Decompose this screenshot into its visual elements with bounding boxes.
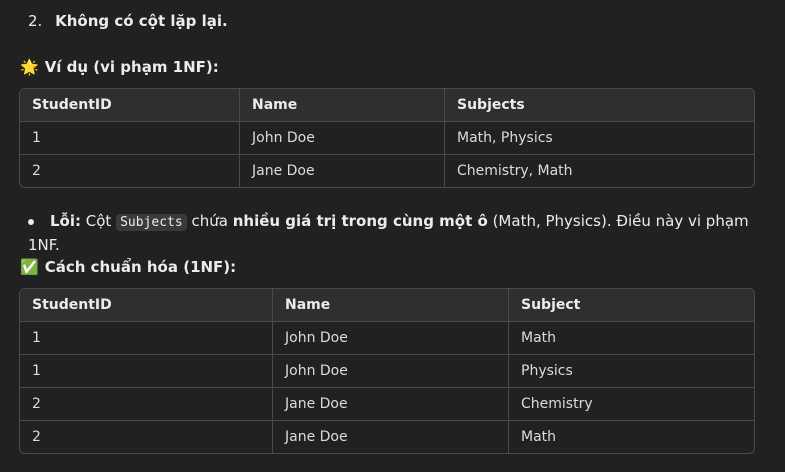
error-label: Lỗi: xyxy=(50,212,82,230)
table-cell: 1 xyxy=(20,355,273,388)
column-header: StudentID xyxy=(20,289,273,322)
table-row: 2 Jane Doe Chemistry, Math xyxy=(20,155,754,187)
table-cell: Jane Doe xyxy=(240,155,445,187)
bullet-dot xyxy=(28,218,34,225)
table-cell: 1 xyxy=(20,322,273,355)
example-heading: 🌟 Ví dụ (vi phạm 1NF): xyxy=(20,56,219,78)
fix-table: StudentID Name Subject 1 John Doe Math 1… xyxy=(19,288,755,454)
error-text: chứa xyxy=(186,212,233,230)
fix-title: Cách chuẩn hóa (1NF): xyxy=(44,258,237,276)
list-number: 2. xyxy=(28,12,43,30)
column-header: Name xyxy=(240,89,445,122)
table-cell: Math xyxy=(521,429,557,445)
table-cell: Jane Doe xyxy=(273,421,509,453)
table-header-row: StudentID Name Subjects xyxy=(20,89,754,122)
table-cell: Physics xyxy=(509,355,754,388)
check-icon: ✅ xyxy=(20,258,39,276)
error-emphasis: nhiều giá trị trong cùng một ô xyxy=(232,212,488,230)
table-cell: John Doe xyxy=(240,122,445,155)
column-header: Name xyxy=(273,289,509,322)
inline-code: Subjects xyxy=(116,214,187,231)
column-header: StudentID xyxy=(20,89,240,122)
table-cell: Math, Physics xyxy=(445,122,754,155)
list-item-rule-2: 2. Không có cột lặp lại. xyxy=(28,10,228,32)
error-text: Cột xyxy=(81,212,117,230)
table-cell: John Doe xyxy=(273,322,509,355)
table-row: 2 Jane Doe Chemistry xyxy=(20,388,754,421)
list-text: Không có cột lặp lại. xyxy=(55,12,228,30)
fix-heading: ✅ Cách chuẩn hóa (1NF): xyxy=(20,256,236,278)
table-cell: John Doe xyxy=(273,355,509,388)
example-table: StudentID Name Subjects 1 John Doe Math,… xyxy=(19,88,755,188)
table-cell: Chemistry xyxy=(509,388,754,421)
table-cell: Chemistry, Math xyxy=(457,163,573,179)
table-cell: Jane Doe xyxy=(273,388,509,421)
table-row: 1 John Doe Math, Physics xyxy=(20,122,754,155)
table-row: 1 John Doe Math xyxy=(20,322,754,355)
column-header: Subject xyxy=(509,289,754,322)
table-cell: 2 xyxy=(20,155,240,187)
table-row: 1 John Doe Physics xyxy=(20,355,754,388)
star-icon: 🌟 xyxy=(20,58,39,76)
example-title: Ví dụ (vi phạm 1NF): xyxy=(44,58,219,76)
table-cell: 1 xyxy=(20,122,240,155)
column-header: Subjects xyxy=(445,89,754,122)
table-cell: Math xyxy=(509,322,754,355)
table-cell: 2 xyxy=(20,388,273,421)
table-row: 2 Jane Doe Math xyxy=(20,421,754,453)
error-bullet: Lỗi: Cột Subjects chứa nhiều giá trị tro… xyxy=(28,210,785,256)
table-header-row: StudentID Name Subject xyxy=(20,289,754,322)
table-cell: 2 xyxy=(20,421,273,453)
